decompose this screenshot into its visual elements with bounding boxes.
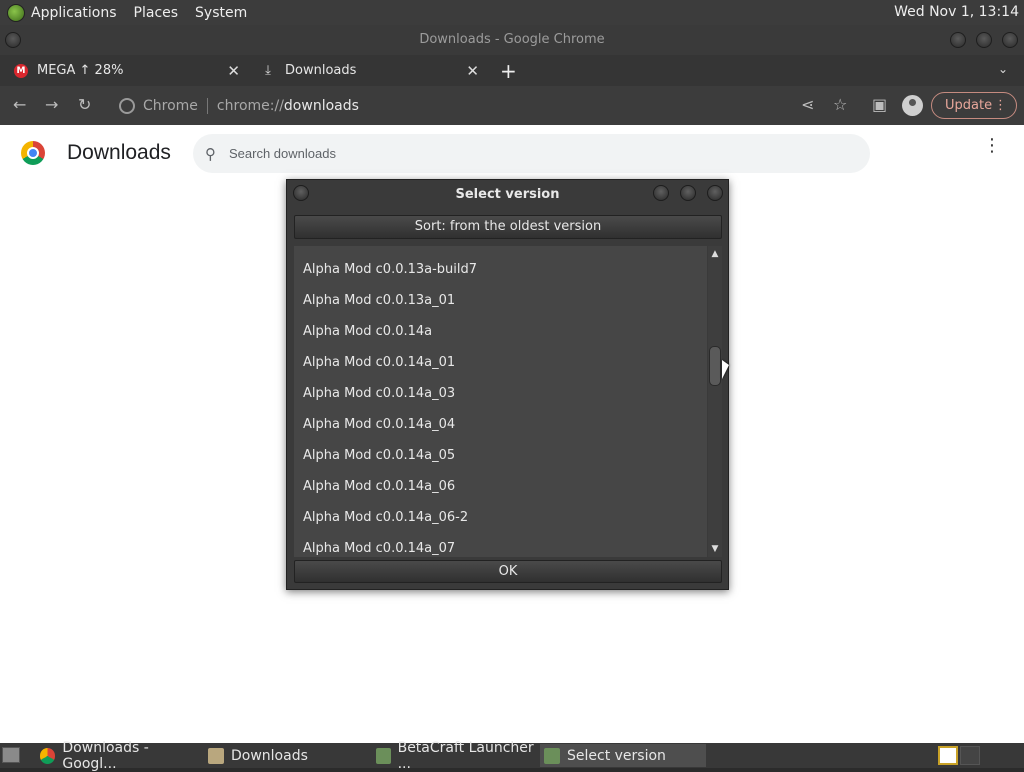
download-icon: ⤓ — [265, 63, 271, 78]
url-host: downloads — [283, 97, 359, 114]
betacraft-icon — [544, 747, 560, 764]
search-input[interactable] — [229, 146, 829, 161]
profile-avatar-icon[interactable] — [902, 95, 923, 116]
show-desktop-icon[interactable] — [2, 747, 20, 763]
select-version-dialog: Select version Sort: from the oldest ver… — [286, 179, 729, 590]
tab-search-chevron-icon[interactable]: ⌄ — [998, 62, 1008, 76]
scroll-up-icon[interactable]: ▲ — [709, 248, 721, 260]
window-menu-icon[interactable] — [5, 32, 21, 48]
bottom-taskbar: Downloads - Googl... Downloads BetaCraft… — [0, 740, 1024, 772]
dialog-titlebar[interactable]: Select version — [287, 180, 728, 209]
task-chrome-downloads[interactable]: Downloads - Googl... — [36, 740, 202, 772]
reload-icon[interactable]: ↻ — [78, 95, 91, 114]
task-downloads-folder[interactable]: Downloads — [204, 744, 370, 767]
update-button[interactable]: Update ⋮ — [931, 92, 1017, 119]
tab-label: MEGA ↑ 28% — [37, 63, 124, 78]
workspace-2-icon[interactable] — [960, 746, 980, 765]
sort-button[interactable]: Sort: from the oldest version — [294, 215, 722, 239]
task-select-version[interactable]: Select version — [540, 744, 706, 767]
task-label: Downloads - Googl... — [62, 739, 149, 772]
menu-system[interactable]: System — [195, 5, 247, 21]
tab-label: Downloads — [285, 63, 357, 78]
list-item[interactable]: Alpha Mod c0.0.13a_01 — [294, 285, 707, 316]
side-panel-icon[interactable]: ▣ — [872, 95, 887, 114]
ok-button[interactable]: OK — [294, 560, 722, 583]
page-menu-icon[interactable]: ⋮ — [983, 137, 1001, 155]
dialog-menu-icon[interactable] — [293, 185, 309, 201]
list-scrollbar[interactable]: ▲ ▼ — [708, 246, 722, 557]
dialog-minimize-icon[interactable] — [653, 185, 669, 201]
list-item[interactable]: Alpha Mod c0.0.14a_06-2 — [294, 502, 707, 533]
search-icon: ⚲ — [205, 144, 216, 163]
list-item[interactable]: Alpha Mod c0.0.13a-build7 — [294, 254, 707, 285]
mega-icon: M — [14, 63, 28, 78]
clock[interactable]: Wed Nov 1, 13:14 — [894, 4, 1019, 20]
address-bar[interactable]: Chrome chrome:// downloads — [110, 90, 790, 121]
url-scheme: chrome:// — [216, 97, 284, 114]
update-label: Update — [945, 98, 993, 113]
dialog-maximize-icon[interactable] — [680, 185, 696, 201]
list-item[interactable]: Alpha Mod c0.0.14a_07 — [294, 533, 707, 557]
chrome-logo-icon — [21, 141, 45, 165]
bookmark-star-icon[interactable]: ☆ — [833, 95, 847, 114]
menu-applications[interactable]: Applications — [31, 5, 117, 21]
close-tab-icon[interactable]: ✕ — [227, 62, 240, 80]
task-betacraft-launcher[interactable]: BetaCraft Launcher ... — [372, 740, 538, 772]
scrollbar-thumb[interactable] — [709, 346, 721, 386]
folder-icon — [208, 747, 224, 764]
menu-places[interactable]: Places — [134, 5, 179, 21]
window-titlebar[interactable]: Downloads - Google Chrome — [0, 25, 1024, 55]
list-item[interactable]: Alpha Mod c0.0.14a_01 — [294, 347, 707, 378]
mouse-pointer-icon — [722, 360, 729, 379]
close-window-icon[interactable] — [1002, 32, 1018, 48]
dialog-title: Select version — [455, 187, 560, 202]
page-title: Downloads — [67, 141, 171, 164]
chrome-icon — [40, 747, 56, 764]
list-item[interactable]: Alpha Mod c0.0.14a_05 — [294, 440, 707, 471]
task-label: BetaCraft Launcher ... — [397, 739, 534, 772]
new-tab-icon[interactable]: + — [500, 59, 517, 83]
minimize-icon[interactable] — [950, 32, 966, 48]
task-label: Downloads — [231, 747, 308, 764]
back-icon[interactable]: ← — [13, 95, 26, 114]
tab-downloads[interactable]: ⤓ Downloads ✕ — [253, 55, 487, 86]
browser-toolbar: ← → ↻ Chrome chrome:// downloads ⋖ ☆ ▣ U… — [0, 86, 1024, 125]
scroll-down-icon[interactable]: ▼ — [709, 543, 721, 555]
maximize-icon[interactable] — [976, 32, 992, 48]
task-label: Select version — [567, 747, 666, 764]
list-item[interactable]: Alpha Mod c0.0.14a_04 — [294, 409, 707, 440]
forward-icon[interactable]: → — [45, 95, 58, 114]
tab-mega[interactable]: M MEGA ↑ 28% ✕ — [14, 55, 248, 86]
window-title: Downloads - Google Chrome — [419, 32, 605, 47]
site-chip: Chrome — [143, 97, 198, 114]
version-list[interactable]: Alpha Mod c0.0.13a-build7 Alpha Mod c0.0… — [294, 246, 707, 557]
dialog-close-icon[interactable] — [707, 185, 723, 201]
betacraft-icon — [376, 747, 391, 764]
omnibox-divider — [206, 97, 208, 114]
more-menu-icon[interactable]: ⋮ — [994, 93, 1007, 118]
tab-strip: M MEGA ↑ 28% ✕ ⤓ Downloads ✕ + ⌄ — [0, 55, 1024, 86]
list-item[interactable]: Alpha Mod c0.0.14a — [294, 316, 707, 347]
search-downloads-box[interactable]: ⚲ — [193, 134, 870, 173]
applications-icon[interactable] — [7, 3, 25, 22]
list-item[interactable]: Alpha Mod c0.0.14a_06 — [294, 471, 707, 502]
workspace-1-icon[interactable] — [938, 746, 958, 765]
list-item[interactable]: Alpha Mod c0.0.14a_03 — [294, 378, 707, 409]
close-tab-icon[interactable]: ✕ — [466, 62, 479, 80]
share-icon[interactable]: ⋖ — [801, 95, 814, 114]
chrome-site-icon — [119, 97, 135, 114]
top-panel: Applications Places System Wed Nov 1, 13… — [0, 0, 1024, 25]
